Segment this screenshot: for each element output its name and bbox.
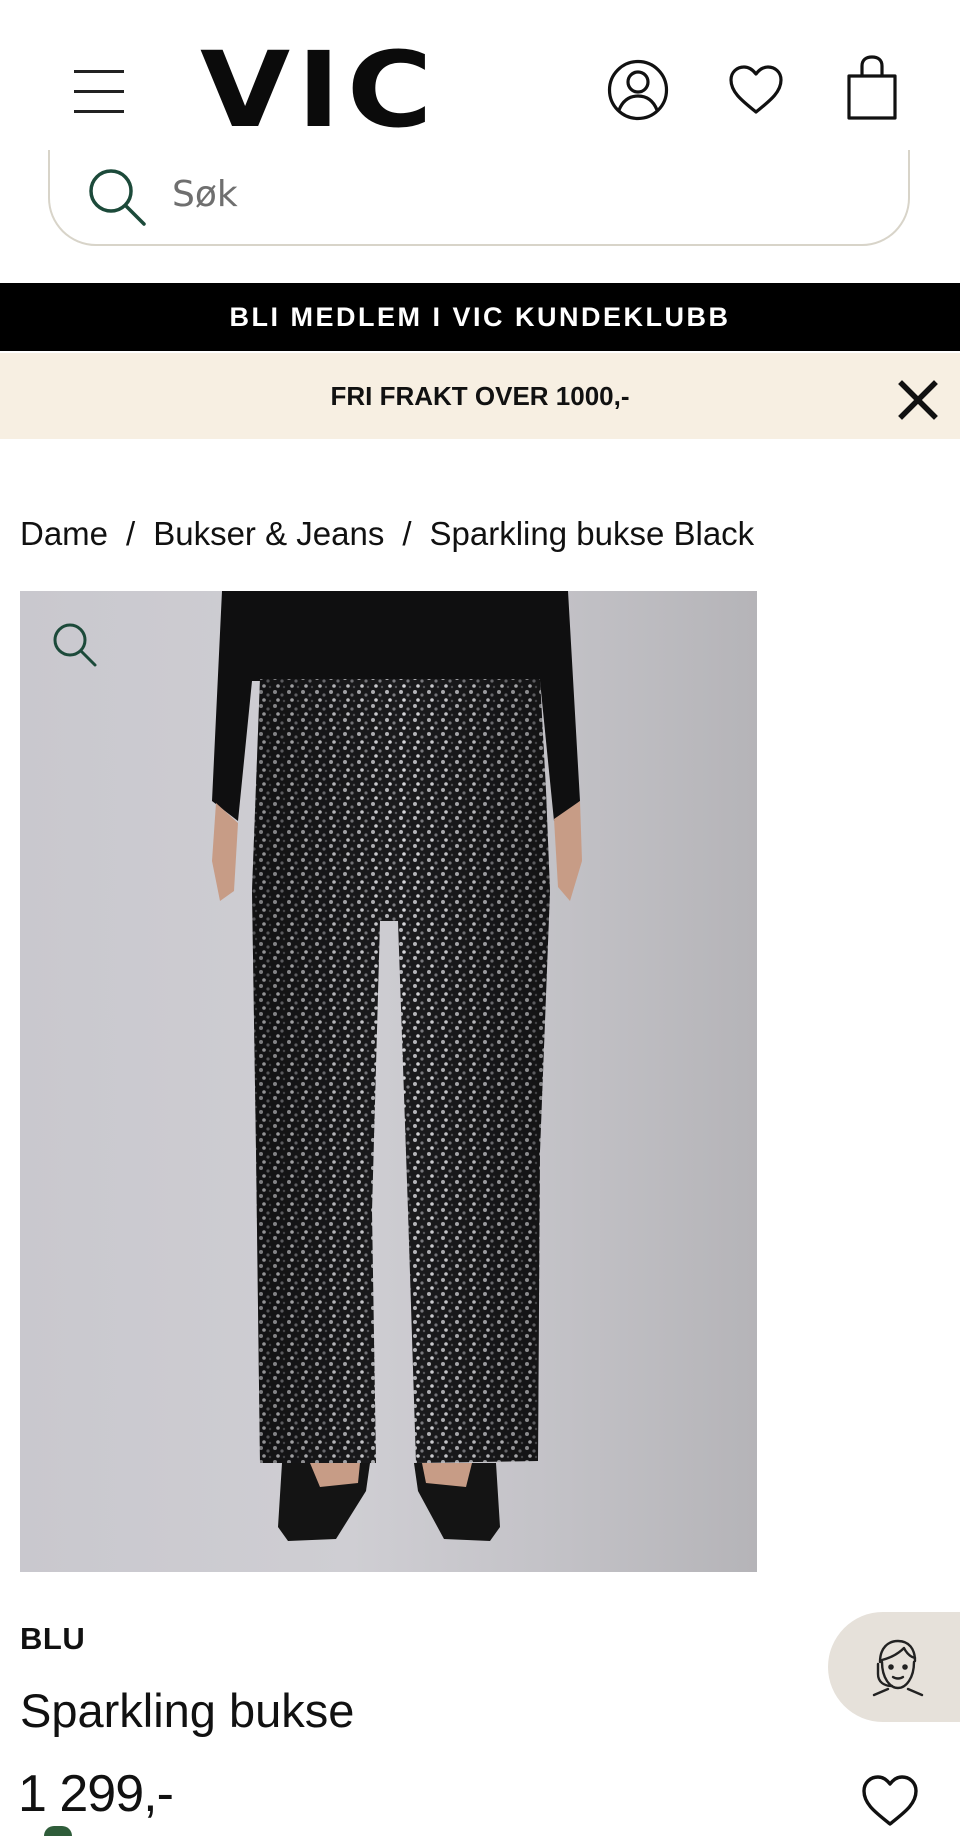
add-to-wishlist-button[interactable] (858, 1770, 922, 1830)
search-input[interactable] (172, 166, 772, 222)
menu-line (74, 110, 124, 113)
menu-line (74, 70, 124, 73)
search-icon (89, 169, 146, 226)
menu-button[interactable] (70, 66, 128, 116)
heart-icon (862, 1775, 918, 1826)
breadcrumb-item-current: Sparkling bukse Black (429, 515, 755, 552)
product-photo (212, 591, 582, 1541)
close-banner-button[interactable] (896, 378, 940, 422)
product-brand[interactable]: BLU (20, 1621, 85, 1657)
zoom-button[interactable] (50, 620, 100, 670)
user-icon (607, 59, 669, 121)
member-banner[interactable]: BLI MEDLEM I VIC KUNDEKLUBB (0, 283, 960, 351)
breadcrumb-separator: / (126, 515, 136, 552)
cart-button[interactable] (840, 54, 904, 120)
product-price: 1 299,- (18, 1765, 174, 1823)
customer-support-button[interactable] (828, 1612, 960, 1722)
product-image[interactable] (20, 591, 757, 1572)
product-title: Sparkling bukse (20, 1684, 355, 1737)
wishlist-button[interactable] (724, 58, 788, 122)
member-banner-text: BLI MEDLEM I VIC KUNDEKLUBB (229, 301, 731, 332)
breadcrumb-separator: / (402, 515, 412, 552)
customer-support-icon (872, 1639, 924, 1697)
breadcrumb-item-bukser-jeans[interactable]: Bukser & Jeans (153, 515, 384, 552)
heart-icon (729, 65, 783, 114)
menu-line (74, 90, 124, 93)
stock-indicator (44, 1826, 72, 1836)
shipping-banner-text: FRI FRAKT OVER 1000,- (330, 380, 630, 411)
breadcrumb: Dame / Bukser & Jeans / Sparkling bukse Blac… (20, 515, 754, 553)
shopping-bag-icon (847, 55, 897, 120)
logo[interactable]: VIC (200, 38, 439, 142)
shipping-banner: FRI FRAKT OVER 1000,- (0, 353, 960, 439)
account-button[interactable] (606, 58, 670, 122)
search-button[interactable] (84, 164, 150, 230)
close-icon (898, 380, 938, 420)
breadcrumb-item-dame[interactable]: Dame (20, 515, 108, 552)
zoom-icon (53, 623, 97, 667)
